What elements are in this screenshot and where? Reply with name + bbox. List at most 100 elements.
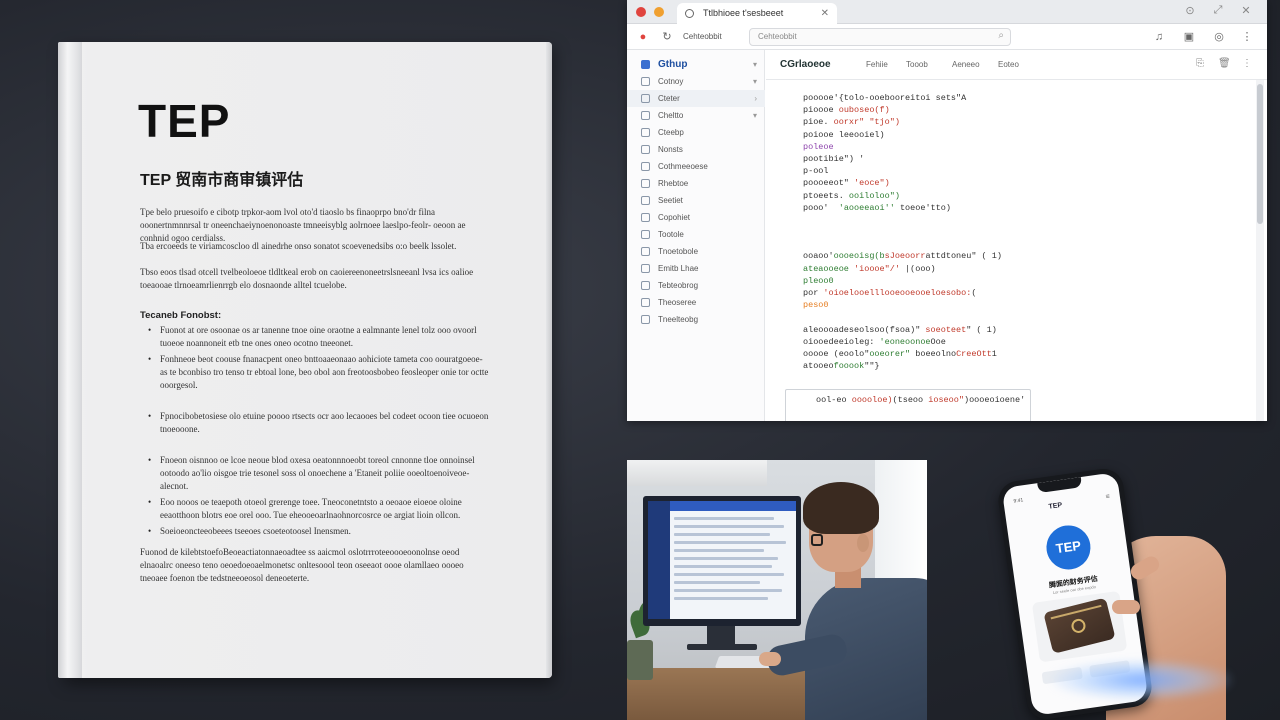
address-text: Cehteobbit (758, 32, 797, 41)
code-line: p-ool (803, 165, 1243, 177)
tab-4[interactable]: Eoteo (998, 60, 1019, 69)
sidebar-item[interactable]: Cothmeeoese (627, 158, 765, 175)
code-token: ( (971, 288, 977, 298)
tep-logo: TEP (1043, 522, 1094, 573)
sidebar-item[interactable]: Copohiet (627, 209, 765, 226)
phone-menu-icon[interactable]: ≡ (1105, 493, 1110, 501)
maximize-icon[interactable]: ⤢ (1211, 4, 1225, 17)
image-icon[interactable]: ▣ (1181, 29, 1197, 45)
minimize-window-icon[interactable] (654, 7, 664, 17)
code-panel[interactable]: ool-eo ooooloe)(tseoo ioseoo")oooeoioene… (785, 389, 1031, 421)
chevron-icon[interactable]: ▾ (753, 73, 757, 90)
code-token: attdtoneu" ( 1) (925, 251, 1002, 262)
code-token: 'oioelooelllooeooeooeloesobo: (823, 288, 972, 298)
code-token: pleoo0 (803, 275, 834, 286)
code-token: (tseoo (892, 395, 929, 405)
code-token: aleoooadeseolsoo(fsoa)" (803, 324, 926, 335)
doc-icon (641, 77, 650, 86)
close-window-icon[interactable] (636, 7, 646, 17)
screen-row (674, 581, 760, 584)
code-token: pioe. (803, 117, 834, 128)
kebab-menu-icon[interactable]: ⋮ (1239, 29, 1255, 45)
trash-icon[interactable]: 🗑 (1218, 58, 1231, 69)
chevron-icon[interactable]: › (754, 90, 757, 107)
monitor-base (687, 644, 757, 650)
code-token: sJoeoorr (884, 251, 926, 262)
code-token: ooaoo' (803, 251, 834, 262)
code-token: ptoeets. (803, 190, 849, 201)
tab-label: Ttlbhioee t'sesbeeet (703, 8, 784, 18)
shelf (627, 460, 767, 486)
content-header: CGrlaoeoe Fehiie Tooob Aeneeo Eoteo ⎘ 🗑 … (766, 50, 1267, 80)
tab-2[interactable]: Tooob (906, 60, 928, 69)
search-icon[interactable]: ⌕ (998, 30, 1004, 41)
sidebar-item[interactable]: Seetiet (627, 192, 765, 209)
sidebar-item[interactable]: Rhebtoe (627, 175, 765, 192)
sidebar-item[interactable]: Nonsts (627, 141, 765, 158)
doc-icon (641, 230, 650, 239)
sidebar-item[interactable]: Cteebp (627, 124, 765, 141)
close-icon[interactable]: ✕ (1239, 4, 1253, 17)
minimize-icon[interactable]: ⊙ (1183, 4, 1197, 17)
reload-icon[interactable]: ↻ (659, 29, 675, 45)
code-editor[interactable]: pooooe'{tolo-ooebooreitoi sets"A pioooe o… (803, 92, 1243, 372)
sidebar-item[interactable]: Tnoetobole (627, 243, 765, 260)
sidebar-item-label: Tneelteobg (658, 315, 699, 324)
code-line: (tseoo ioseoo") (893, 395, 970, 405)
chevron-icon[interactable]: ▾ (753, 56, 757, 73)
code-token: ioseoo" (928, 395, 964, 405)
more-icon[interactable]: ⋮ (1242, 58, 1252, 69)
copy-icon[interactable]: ⎘ (1196, 58, 1204, 69)
code-token: '{tolo-ooebooreitoi sets"A (833, 93, 967, 103)
sidebar-item-label: Gthup (658, 59, 688, 70)
doc-icon (641, 128, 650, 137)
sidebar-item[interactable]: Tneelteobg (627, 311, 765, 328)
sidebar-item-label: Seetiet (658, 196, 683, 205)
screen-row (674, 541, 786, 544)
sidebar-item[interactable]: Cheltto ▾ (627, 107, 765, 124)
sidebar: Gthup ▾ Cotnoy ▾ Cteter › Cheltto ▾ Cteebp Nonsts… (627, 50, 765, 421)
screen-row (674, 533, 770, 536)
person-hair (803, 482, 879, 534)
code-line: pooooe'{tolo-ooebooreitoi sets"A (803, 92, 1243, 104)
browser-tab[interactable]: Ttlbhioee t'sesbeeet ✕ (677, 3, 837, 24)
code-line: poiooe leeooiel) (803, 129, 1243, 141)
tab-favicon-icon (685, 9, 694, 18)
code-line: pootibie") ' (803, 153, 1243, 165)
profile-icon[interactable]: ◎ (1211, 29, 1227, 45)
bell-icon[interactable]: ♫ (1151, 29, 1167, 45)
sidebar-item[interactable]: Gthup ▾ (627, 56, 765, 73)
monitor-stand (707, 626, 735, 646)
address-bar[interactable]: Cehteobbit ⌕ (749, 28, 1011, 46)
tab-close-icon[interactable]: ✕ (821, 3, 829, 24)
sidebar-item[interactable]: Tootole (627, 226, 765, 243)
finger (1112, 600, 1140, 614)
code-token: p-ool (803, 166, 829, 177)
sidebar-item[interactable]: Tebteobrog (627, 277, 765, 294)
code-token: ""} (864, 361, 880, 372)
scrollbar-thumb[interactable] (1257, 84, 1263, 224)
doc-icon (641, 281, 650, 290)
tab-1[interactable]: Fehiie (866, 60, 888, 69)
doc-icon (641, 264, 650, 273)
sidebar-item[interactable]: Theoseree (627, 294, 765, 311)
sidebar-item-label: Copohiet (658, 213, 691, 222)
closing-paragraph: Fuonod de kilebtstoefoBeoeactiatonnaeoad… (140, 547, 464, 583)
code-line: ptoeets. ooiloloo") (803, 190, 1243, 202)
screen-header (670, 501, 796, 511)
code-token: poiooe (803, 129, 839, 140)
chevron-icon[interactable]: ▾ (753, 107, 757, 124)
code-line: pioe. oorxr" "tjo") (803, 116, 1243, 128)
code-token: oooeoioene' (969, 395, 1026, 405)
sidebar-item[interactable]: Cotnoy ▾ (627, 73, 765, 90)
tab-3[interactable]: Aeneeo (952, 60, 980, 69)
home-label[interactable]: Cehteobbit (683, 29, 743, 45)
code-line: atooeofooook""} (803, 360, 1243, 372)
sidebar-item[interactable]: Emitb Lhae (627, 260, 765, 277)
sidebar-item[interactable]: Cteter › (627, 90, 765, 107)
screen-row (674, 589, 782, 592)
back-icon[interactable]: ● (635, 29, 651, 45)
doc-icon (641, 94, 650, 103)
